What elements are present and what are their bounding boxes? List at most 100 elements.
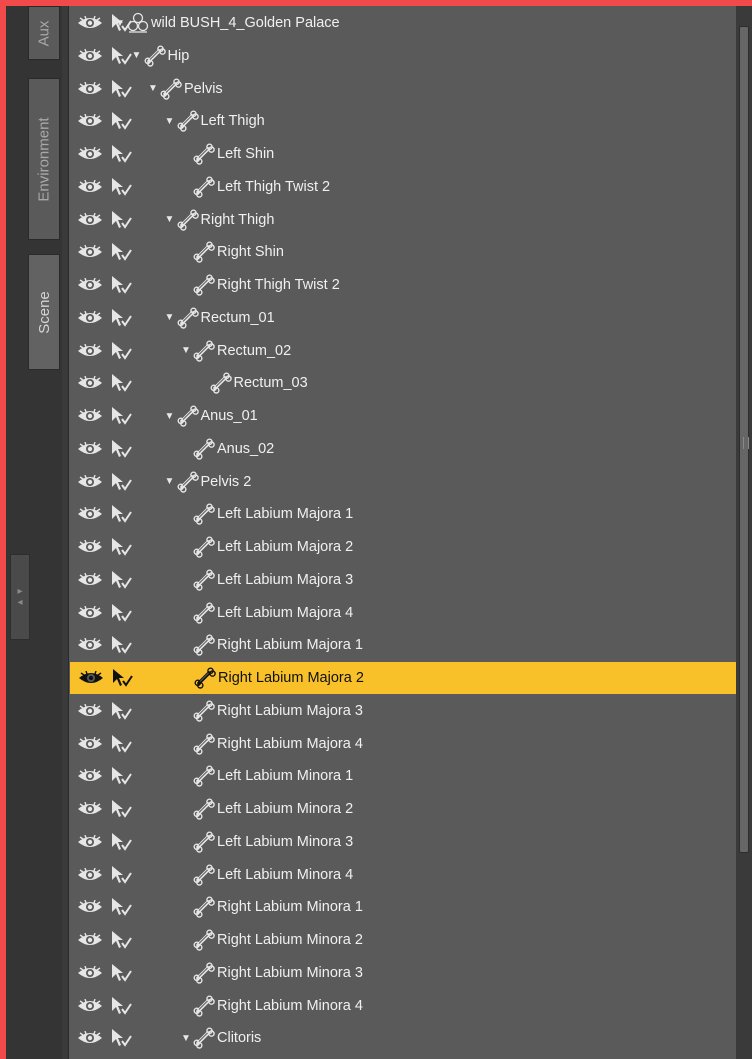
cursor-check-icon[interactable] (110, 570, 132, 590)
cursor-check-icon[interactable] (110, 79, 132, 99)
eye-icon[interactable] (77, 310, 103, 325)
triangle-down-icon[interactable]: ▼ (165, 116, 177, 127)
eye-icon[interactable] (77, 146, 103, 161)
tree-row-selected[interactable]: Right Labium Majora 2 (70, 662, 739, 694)
tree-row[interactable]: Anus_02 (69, 433, 736, 465)
scene-tree[interactable]: ▼ wild BUSH_4_Golden Palace ▼ Hip ▼ Pelv… (68, 6, 739, 1059)
cursor-check-icon[interactable] (110, 472, 132, 492)
eye-icon[interactable] (77, 769, 103, 783)
tree-row[interactable]: ▼ Pelvis 2 (69, 466, 736, 498)
eye-icon[interactable] (77, 801, 103, 816)
eye-icon[interactable] (77, 539, 103, 554)
triangle-down-icon[interactable]: ▼ (165, 411, 177, 422)
eye-icon[interactable] (77, 572, 103, 587)
tree-row[interactable]: Right Labium Minora 4 (69, 990, 736, 1022)
eye-icon[interactable] (77, 114, 103, 128)
tree-row[interactable]: ▼ Pelvis (69, 73, 736, 105)
cursor-check-icon[interactable] (110, 439, 132, 459)
eye-icon[interactable] (77, 474, 103, 489)
eye-icon[interactable] (77, 867, 103, 882)
tree-row[interactable]: Right Labium Majora 3 (69, 695, 736, 727)
triangle-down-icon[interactable]: ▼ (165, 476, 177, 487)
cursor-check-icon[interactable] (110, 1028, 132, 1048)
eye-icon[interactable] (77, 736, 103, 751)
eye-icon[interactable] (77, 212, 103, 227)
tree-row[interactable]: Left Labium Majora 3 (69, 564, 736, 596)
tree-row[interactable]: Right Labium Minora 1 (69, 891, 736, 923)
eye-icon[interactable] (77, 965, 103, 980)
tab-environment[interactable]: Environment (28, 78, 60, 240)
eye-icon[interactable] (77, 376, 103, 390)
tree-row[interactable]: ▼ Right Thigh (69, 204, 736, 236)
triangle-down-icon[interactable]: ▼ (181, 1033, 193, 1044)
cursor-check-icon[interactable] (110, 635, 132, 655)
tree-row[interactable]: Right Labium Minora 3 (69, 957, 736, 989)
cursor-check-icon[interactable] (110, 308, 132, 328)
eye-icon[interactable] (77, 408, 103, 423)
cursor-check-icon[interactable] (110, 177, 132, 197)
cursor-check-icon[interactable] (110, 210, 132, 230)
tree-row[interactable]: ▼ wild BUSH_4_Golden Palace (69, 7, 736, 39)
tree-row[interactable]: ▼ Rectum_02 (69, 335, 736, 367)
tree-row[interactable]: Right Labium Majora 1 (69, 629, 736, 661)
cursor-check-icon[interactable] (110, 734, 132, 754)
cursor-check-icon[interactable] (110, 996, 132, 1016)
tree-row[interactable]: ▼ Rectum_01 (69, 302, 736, 334)
eye-icon[interactable] (77, 932, 103, 947)
cursor-check-icon[interactable] (110, 603, 132, 623)
eye-icon[interactable] (77, 638, 103, 652)
cursor-check-icon[interactable] (110, 963, 132, 983)
cursor-check-icon[interactable] (110, 46, 132, 66)
tree-row[interactable]: Left Labium Minora 1 (69, 760, 736, 792)
triangle-down-icon[interactable]: ▼ (115, 18, 127, 29)
tree-row[interactable]: Left Labium Minora 3 (69, 826, 736, 858)
tree-row[interactable]: Right Labium Majora 4 (69, 728, 736, 760)
panel-collapse-handle[interactable]: ▸ ◂ (10, 554, 30, 640)
triangle-down-icon[interactable]: ▼ (148, 83, 160, 94)
cursor-check-icon[interactable] (110, 832, 132, 852)
cursor-check-icon[interactable] (110, 373, 132, 393)
cursor-check-icon[interactable] (110, 111, 132, 131)
eye-icon[interactable] (77, 245, 103, 259)
cursor-check-icon[interactable] (110, 341, 132, 361)
cursor-check-icon[interactable] (110, 144, 132, 164)
cursor-check-icon[interactable] (110, 865, 132, 885)
eye-icon[interactable] (77, 703, 103, 718)
eye-icon[interactable] (77, 343, 103, 358)
eye-icon[interactable] (77, 81, 103, 96)
cursor-check-icon[interactable] (110, 701, 132, 721)
vertical-scrollbar[interactable] (736, 6, 752, 1059)
tree-row[interactable]: Left Shin (69, 138, 736, 170)
cursor-check-icon[interactable] (110, 242, 132, 262)
tree-row[interactable]: Left Labium Majora 2 (69, 531, 736, 563)
triangle-down-icon[interactable]: ▼ (132, 50, 144, 61)
tree-row[interactable]: Left Labium Majora 4 (69, 597, 736, 629)
tree-row[interactable]: Right Labium Minora 2 (69, 924, 736, 956)
eye-icon[interactable] (77, 441, 103, 456)
tree-row[interactable]: ▼ Clitoris (69, 1022, 736, 1054)
cursor-check-icon[interactable] (110, 897, 132, 917)
tab-aux[interactable]: Aux (28, 6, 60, 60)
tree-row[interactable]: Left Thigh Twist 2 (69, 171, 736, 203)
tree-row[interactable]: ▼ Anus_01 (69, 400, 736, 432)
tree-row[interactable]: ▼ Left Thigh (69, 105, 736, 137)
eye-icon[interactable] (77, 605, 103, 620)
cursor-check-icon[interactable] (111, 668, 133, 688)
cursor-check-icon[interactable] (110, 930, 132, 950)
eye-icon[interactable] (77, 507, 103, 521)
tab-scene[interactable]: Scene (28, 254, 60, 370)
tree-row[interactable]: Right Shin (69, 236, 736, 268)
triangle-down-icon[interactable]: ▼ (181, 345, 193, 356)
eye-icon[interactable] (77, 998, 103, 1013)
tree-row[interactable]: Left Labium Majora 1 (69, 498, 736, 530)
eye-icon[interactable] (77, 834, 103, 849)
eye-icon[interactable] (77, 277, 103, 292)
eye-icon[interactable] (77, 179, 103, 194)
eye-icon[interactable] (77, 900, 103, 914)
eye-icon[interactable] (77, 48, 103, 63)
tree-row[interactable]: Left Labium Minora 2 (69, 793, 736, 825)
cursor-check-icon[interactable] (110, 275, 132, 295)
scrollbar-thumb[interactable] (739, 26, 749, 853)
triangle-down-icon[interactable]: ▼ (165, 214, 177, 225)
tree-row[interactable]: ▼ Hip (69, 40, 736, 72)
